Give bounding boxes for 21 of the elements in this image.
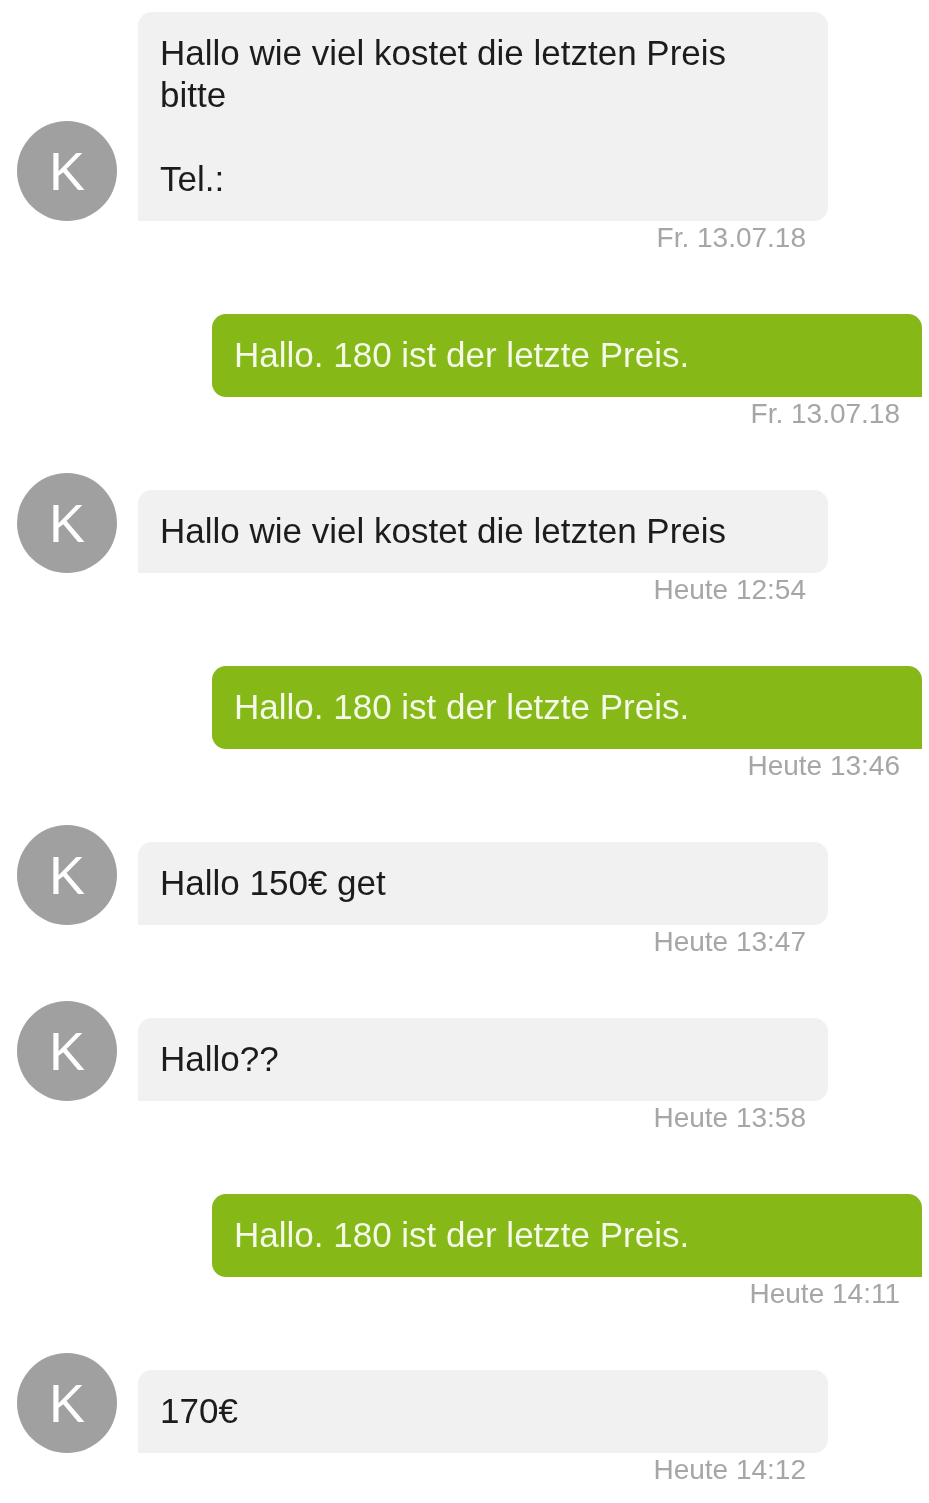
avatar: K (17, 473, 117, 573)
message-time: Heute 13:58 (653, 1101, 806, 1135)
message-time: Fr. 13.07.18 (656, 221, 806, 255)
message-bubble: Hallo. 180 ist der letzte Preis. (212, 314, 922, 397)
message-bubble: Hallo. 180 ist der letzte Preis. (212, 1194, 922, 1277)
message-bubble: Hallo wie viel kostet die letzten Preis bitte Tel.: (138, 12, 828, 221)
message-time: Heute 14:12 (653, 1453, 806, 1487)
message-time: Fr. 13.07.18 (750, 397, 900, 431)
message-time: Heute 12:54 (653, 573, 806, 607)
avatar: K (17, 1001, 117, 1101)
message-bubble: Hallo?? (138, 1018, 828, 1101)
message-bubble: Hallo wie viel kostet die letzten Preis (138, 490, 828, 573)
message-time: Heute 13:47 (653, 925, 806, 959)
message-bubble: Hallo. 180 ist der letzte Preis. (212, 666, 922, 749)
message-bubble: Hallo 150€ get (138, 842, 828, 925)
avatar: K (17, 121, 117, 221)
message-time: Heute 14:11 (749, 1277, 900, 1311)
message-time: Heute 13:46 (747, 749, 900, 783)
avatar: K (17, 825, 117, 925)
avatar: K (17, 1353, 117, 1453)
message-bubble: 170€ (138, 1370, 828, 1453)
